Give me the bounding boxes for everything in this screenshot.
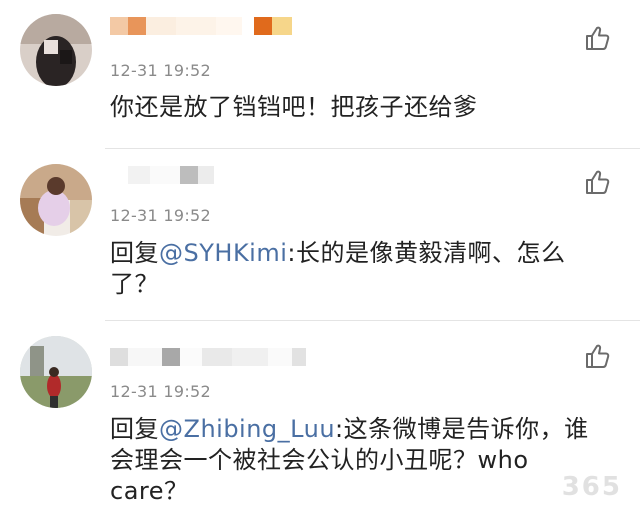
thumbs-up-icon (586, 26, 610, 50)
comment-item: 12-31 19:52 回复@SYHKimi:长的是像黄毅清啊、怎么了？ (0, 150, 640, 320)
divider (105, 148, 640, 149)
like-button[interactable] (584, 168, 612, 196)
avatar[interactable] (20, 14, 92, 86)
username-blurred[interactable] (110, 348, 306, 366)
watermark-logo: 365 (561, 472, 622, 502)
username-blurred[interactable] (110, 17, 292, 35)
comment-timestamp: 12-31 19:52 (110, 206, 211, 225)
divider (105, 320, 640, 321)
comment-body: 你还是放了铛铛吧！把孩子还给爹 (110, 93, 478, 121)
like-button[interactable] (584, 342, 612, 370)
username-blurred[interactable] (128, 166, 214, 184)
thumbs-up-icon (586, 170, 610, 194)
mention-link[interactable]: @SYHKimi (159, 239, 287, 267)
avatar[interactable] (20, 336, 92, 408)
comment-text: 回复@Zhibing_Luu:这条微博是告诉你，谁会理会一个被社会公认的小丑呢？… (110, 414, 610, 507)
comment-timestamp: 12-31 19:52 (110, 61, 211, 80)
comment-item: 12-31 19:52 回复@Zhibing_Luu:这条微博是告诉你，谁会理会… (0, 322, 640, 520)
comment-item: 12-31 19:52 你还是放了铛铛吧！把孩子还给爹 (0, 0, 640, 150)
thumbs-up-icon (586, 344, 610, 368)
like-button[interactable] (584, 24, 612, 52)
reply-prefix: 回复 (110, 415, 159, 443)
avatar[interactable] (20, 164, 92, 236)
comment-timestamp: 12-31 19:52 (110, 382, 211, 401)
comment-text: 你还是放了铛铛吧！把孩子还给爹 (110, 92, 610, 123)
comment-text: 回复@SYHKimi:长的是像黄毅清啊、怎么了？ (110, 238, 610, 300)
reply-prefix: 回复 (110, 239, 159, 267)
mention-link[interactable]: @Zhibing_Luu (159, 415, 335, 443)
